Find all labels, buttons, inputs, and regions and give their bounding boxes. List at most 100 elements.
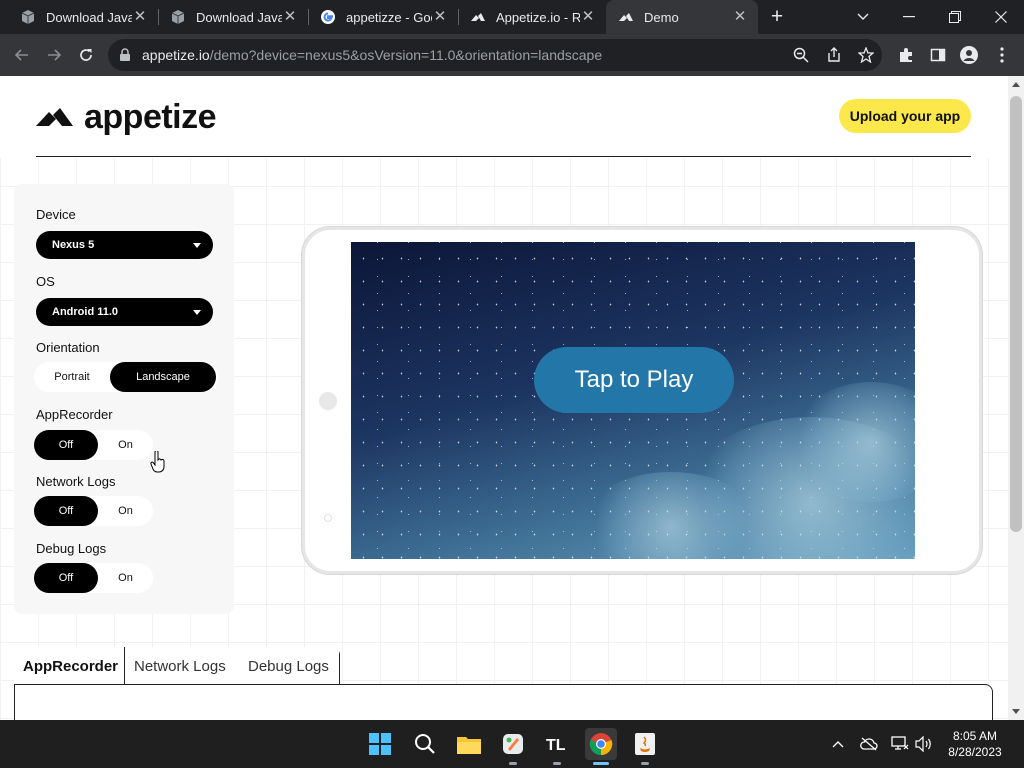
tab-debug-logs[interactable]: Debug Logs bbox=[239, 647, 339, 685]
log-content-panel bbox=[14, 684, 993, 720]
browser-tab[interactable]: Appetize.io - Ru ✕ bbox=[458, 0, 606, 34]
os-select[interactable]: Android 11.0 bbox=[36, 298, 213, 326]
browser-tab-title: appetizze - Goo bbox=[346, 9, 432, 25]
network-logs-label: Network Logs bbox=[36, 474, 116, 489]
zoom-icon[interactable] bbox=[791, 45, 811, 65]
browser-tab[interactable]: Download Java f ✕ bbox=[158, 0, 308, 34]
camera-dot bbox=[319, 392, 337, 410]
device-screen[interactable]: Tap to Play bbox=[351, 242, 915, 559]
menu-kebab-icon[interactable] bbox=[991, 44, 1013, 66]
page-header: appetize Upload your app bbox=[0, 76, 1008, 158]
profile-icon[interactable] bbox=[958, 44, 980, 66]
tab-search-button[interactable] bbox=[840, 0, 886, 34]
back-arrow-icon bbox=[14, 49, 28, 61]
apprecorder-off-option[interactable]: Off bbox=[34, 430, 98, 460]
bookmark-star-icon[interactable] bbox=[856, 45, 876, 65]
scrollbar-thumb[interactable] bbox=[1010, 96, 1022, 532]
logo-text: appetize bbox=[84, 98, 217, 136]
network-logs-on-option[interactable]: On bbox=[98, 496, 153, 526]
forward-arrow-icon bbox=[48, 49, 62, 61]
debug-logs-on-option[interactable]: On bbox=[98, 563, 153, 593]
onedrive-offline-icon[interactable] bbox=[859, 734, 879, 754]
portrait-option[interactable]: Portrait bbox=[34, 362, 110, 392]
chevron-up-icon[interactable] bbox=[828, 734, 848, 754]
appetize-icon bbox=[470, 9, 486, 25]
running-indicator bbox=[509, 762, 517, 765]
url-path: /demo?device=nexus5&osVersion=11.0&orien… bbox=[209, 47, 603, 63]
active-indicator bbox=[593, 762, 609, 765]
browser-tab-title: Download Java f bbox=[196, 9, 282, 25]
windows-taskbar: TL 8:05 AM 8/28/2023 bbox=[0, 720, 1024, 768]
new-tab-button[interactable]: + bbox=[765, 4, 789, 30]
chrome-icon[interactable] bbox=[585, 728, 617, 765]
close-icon bbox=[995, 11, 1007, 23]
clock-time: 8:05 AM bbox=[952, 729, 998, 743]
box-icon bbox=[20, 9, 36, 25]
app-icon[interactable] bbox=[497, 728, 529, 765]
scroll-down-arrow-icon[interactable] bbox=[1012, 709, 1020, 714]
minimize-icon bbox=[903, 16, 915, 18]
network-icon[interactable] bbox=[890, 734, 910, 754]
close-icon[interactable]: ✕ bbox=[282, 9, 298, 25]
url-text[interactable]: appetize.io/demo?device=nexus5&osVersion… bbox=[142, 47, 602, 63]
orientation-label: Orientation bbox=[36, 340, 100, 355]
apprecorder-on-option[interactable]: On bbox=[98, 430, 153, 460]
sensor-dot bbox=[324, 514, 332, 522]
clock-date: 8/28/2023 bbox=[948, 745, 1002, 759]
caret-down-icon bbox=[193, 243, 201, 248]
device-value: Nexus 5 bbox=[52, 239, 95, 251]
debug-logs-off-option[interactable]: Off bbox=[34, 563, 98, 593]
chevron-down-icon bbox=[857, 13, 869, 20]
restore-button[interactable] bbox=[932, 0, 978, 34]
tl-icon[interactable]: TL bbox=[541, 728, 573, 765]
page-content: appetize Upload your app Device Nexus 5 … bbox=[0, 76, 1008, 720]
window-close-button[interactable] bbox=[978, 0, 1024, 34]
close-icon[interactable]: ✕ bbox=[132, 9, 148, 25]
volume-icon[interactable] bbox=[914, 734, 934, 754]
url-host: appetize.io bbox=[142, 47, 210, 63]
upload-app-button[interactable]: Upload your app bbox=[839, 99, 971, 133]
extensions-icon[interactable] bbox=[895, 44, 917, 66]
appetize-logo-icon bbox=[36, 107, 73, 126]
windows-start-icon[interactable] bbox=[364, 728, 396, 760]
java-icon[interactable] bbox=[629, 728, 661, 765]
appetize-logo[interactable]: appetize bbox=[36, 98, 217, 137]
page-scrollbar[interactable] bbox=[1008, 76, 1024, 720]
tab-apprecorder[interactable]: AppRecorder bbox=[14, 647, 124, 685]
running-indicator bbox=[641, 762, 649, 765]
appetize-icon bbox=[618, 9, 634, 25]
browser-tab[interactable]: appetizze - Goo ✕ bbox=[308, 0, 458, 34]
tap-to-play-button[interactable]: Tap to Play bbox=[534, 347, 734, 413]
lock-icon[interactable] bbox=[119, 48, 131, 62]
scroll-up-arrow-icon[interactable] bbox=[1012, 82, 1020, 87]
file-explorer-icon[interactable] bbox=[453, 728, 485, 760]
browser-tab-active[interactable]: Demo ✕ bbox=[606, 0, 758, 34]
settings-panel: Device Nexus 5 OS Android 11.0 Orientati… bbox=[14, 184, 234, 614]
close-icon[interactable]: ✕ bbox=[732, 9, 748, 25]
device-select[interactable]: Nexus 5 bbox=[36, 231, 213, 259]
minimize-button[interactable] bbox=[886, 0, 932, 34]
share-icon[interactable] bbox=[824, 45, 844, 65]
close-icon[interactable]: ✕ bbox=[432, 9, 448, 25]
browser-toolbar: appetize.io/demo?device=nexus5&osVersion… bbox=[0, 34, 1024, 76]
address-bar[interactable]: appetize.io/demo?device=nexus5&osVersion… bbox=[108, 39, 882, 71]
search-icon[interactable] bbox=[409, 728, 441, 760]
forward-button[interactable] bbox=[41, 42, 67, 68]
back-button[interactable] bbox=[9, 42, 35, 68]
landscape-option[interactable]: Landscape bbox=[110, 362, 216, 392]
caret-down-icon bbox=[193, 310, 201, 315]
reload-button[interactable] bbox=[73, 42, 99, 68]
browser-tab[interactable]: Download Java f ✕ bbox=[8, 0, 158, 34]
browser-tab-title: Demo bbox=[644, 9, 679, 25]
reload-icon bbox=[80, 49, 92, 61]
log-tabs: AppRecorder Network Logs Debug Logs bbox=[14, 647, 339, 685]
close-icon[interactable]: ✕ bbox=[580, 9, 596, 25]
side-panel-icon[interactable] bbox=[927, 44, 949, 66]
device-frame: Tap to Play bbox=[302, 227, 982, 574]
network-logs-off-option[interactable]: Off bbox=[34, 496, 98, 526]
svg-text:TL: TL bbox=[546, 737, 566, 753]
tab-network-logs[interactable]: Network Logs bbox=[125, 647, 239, 685]
restore-icon bbox=[949, 11, 961, 23]
system-clock[interactable]: 8:05 AM 8/28/2023 bbox=[940, 728, 1010, 760]
browser-tab-title: Appetize.io - Ru bbox=[496, 9, 580, 25]
